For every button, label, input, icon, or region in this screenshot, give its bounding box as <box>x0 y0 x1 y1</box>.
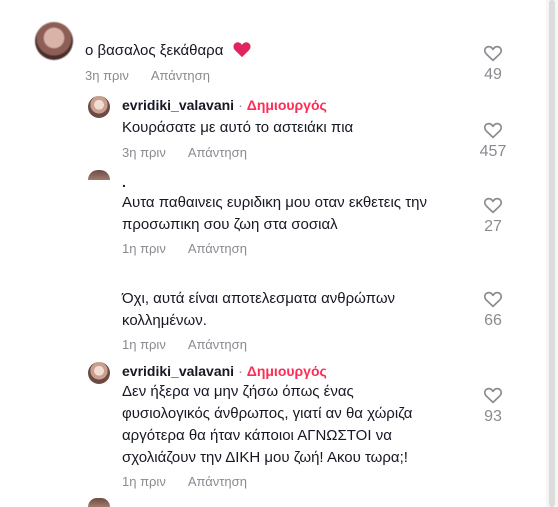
comment-text-line: Δεν ήξερα να μην ζήσω όπως ένας <box>122 383 354 400</box>
comment-text-line: προσωπικη σου ζωη στα σοσιαλ <box>122 216 338 233</box>
comment-time: 1η πριν <box>122 474 166 489</box>
comment-text-content: ο βασαλος ξεκάθαρα <box>85 42 224 59</box>
reply-button[interactable]: Απάντηση <box>188 474 247 489</box>
comment-text-line: φυσιολογικός άνθρωπος, γιατί αν θα χώριζ… <box>122 405 413 422</box>
comment-author[interactable]: evridiki_valavani · Δημιουργός <box>122 363 327 379</box>
avatar[interactable] <box>88 498 110 507</box>
reply-button[interactable]: Απάντηση <box>188 337 247 352</box>
comment-meta: 3η πριν Απάντηση <box>85 68 210 83</box>
reply-button[interactable]: Απάντηση <box>188 145 247 160</box>
like-count: 27 <box>484 218 502 235</box>
separator: · <box>238 97 243 113</box>
separator: · <box>238 363 243 379</box>
creator-badge: Δημιουργός <box>246 97 327 113</box>
scrollbar-thumb[interactable] <box>549 0 555 507</box>
like-count: 93 <box>484 408 502 425</box>
comment-text-line: Αυτα παθαινεις ευριδικη μου οταν εκθετει… <box>122 194 427 211</box>
comment-author[interactable]: . <box>122 174 126 190</box>
like-button[interactable]: 93 <box>473 386 513 426</box>
comment-time: 1η πριν <box>122 337 166 352</box>
like-button[interactable]: 27 <box>473 196 513 236</box>
reply-button[interactable]: Απάντηση <box>188 241 247 256</box>
comment-text: Όχι, αυτά είναι αποτελεσματα ανθρώπων κο… <box>122 288 395 332</box>
like-button[interactable]: 66 <box>473 290 513 330</box>
scrollbar[interactable] <box>546 0 558 507</box>
comment-meta: 1η πριν Απάντηση <box>122 337 247 352</box>
avatar[interactable] <box>88 362 110 384</box>
like-button[interactable]: 457 <box>473 121 513 161</box>
avatar[interactable] <box>35 22 73 60</box>
comment-meta: 3η πριν Απάντηση <box>122 145 247 160</box>
comment-time: 3η πριν <box>85 68 129 83</box>
heart-outline-icon <box>484 45 502 62</box>
creator-badge: Δημιουργός <box>246 363 327 379</box>
heart-outline-icon <box>484 122 502 139</box>
comment-text-line: σχολιάζουν την ΔΙΚΗ μου ζωή! Ακου τωρα;! <box>122 449 408 466</box>
heart-outline-icon <box>484 387 502 404</box>
comment-time: 1η πριν <box>122 241 166 256</box>
comment-meta: 1η πριν Απάντηση <box>122 474 247 489</box>
comment-text-line: κολλημένων. <box>122 312 207 329</box>
comment-meta: 1η πριν Απάντηση <box>122 241 247 256</box>
avatar[interactable] <box>88 96 110 118</box>
reply-button[interactable]: Απάντηση <box>151 68 210 83</box>
heart-outline-icon <box>484 291 502 308</box>
red-heart-icon <box>232 40 252 65</box>
username[interactable]: evridiki_valavani <box>122 363 234 379</box>
like-count: 457 <box>479 143 507 160</box>
heart-outline-icon <box>484 197 502 214</box>
comment-text-line: Όχι, αυτά είναι αποτελεσματα ανθρώπων <box>122 290 396 307</box>
like-button[interactable]: 49 <box>473 44 513 84</box>
avatar[interactable] <box>88 170 110 180</box>
like-count: 49 <box>484 66 502 83</box>
comment-text: ο βασαλος ξεκάθαρα <box>85 40 252 65</box>
comment-time: 3η πριν <box>122 145 166 160</box>
comment-text-line: αργότερα θα ήταν κάποιοι ΑΓΝΩΣΤΟΙ να <box>122 427 392 444</box>
like-count: 66 <box>484 312 502 329</box>
comment-author[interactable]: evridiki_valavani · Δημιουργός <box>122 97 327 113</box>
comment-text: Δεν ήξερα να μην ζήσω όπως ένας φυσιολογ… <box>122 381 412 469</box>
comment-text: Κουράσατε με αυτό το αστειάκι πια <box>122 119 354 136</box>
username[interactable]: evridiki_valavani <box>122 97 234 113</box>
comment-text: Αυτα παθαινεις ευριδικη μου οταν εκθετει… <box>122 192 427 236</box>
